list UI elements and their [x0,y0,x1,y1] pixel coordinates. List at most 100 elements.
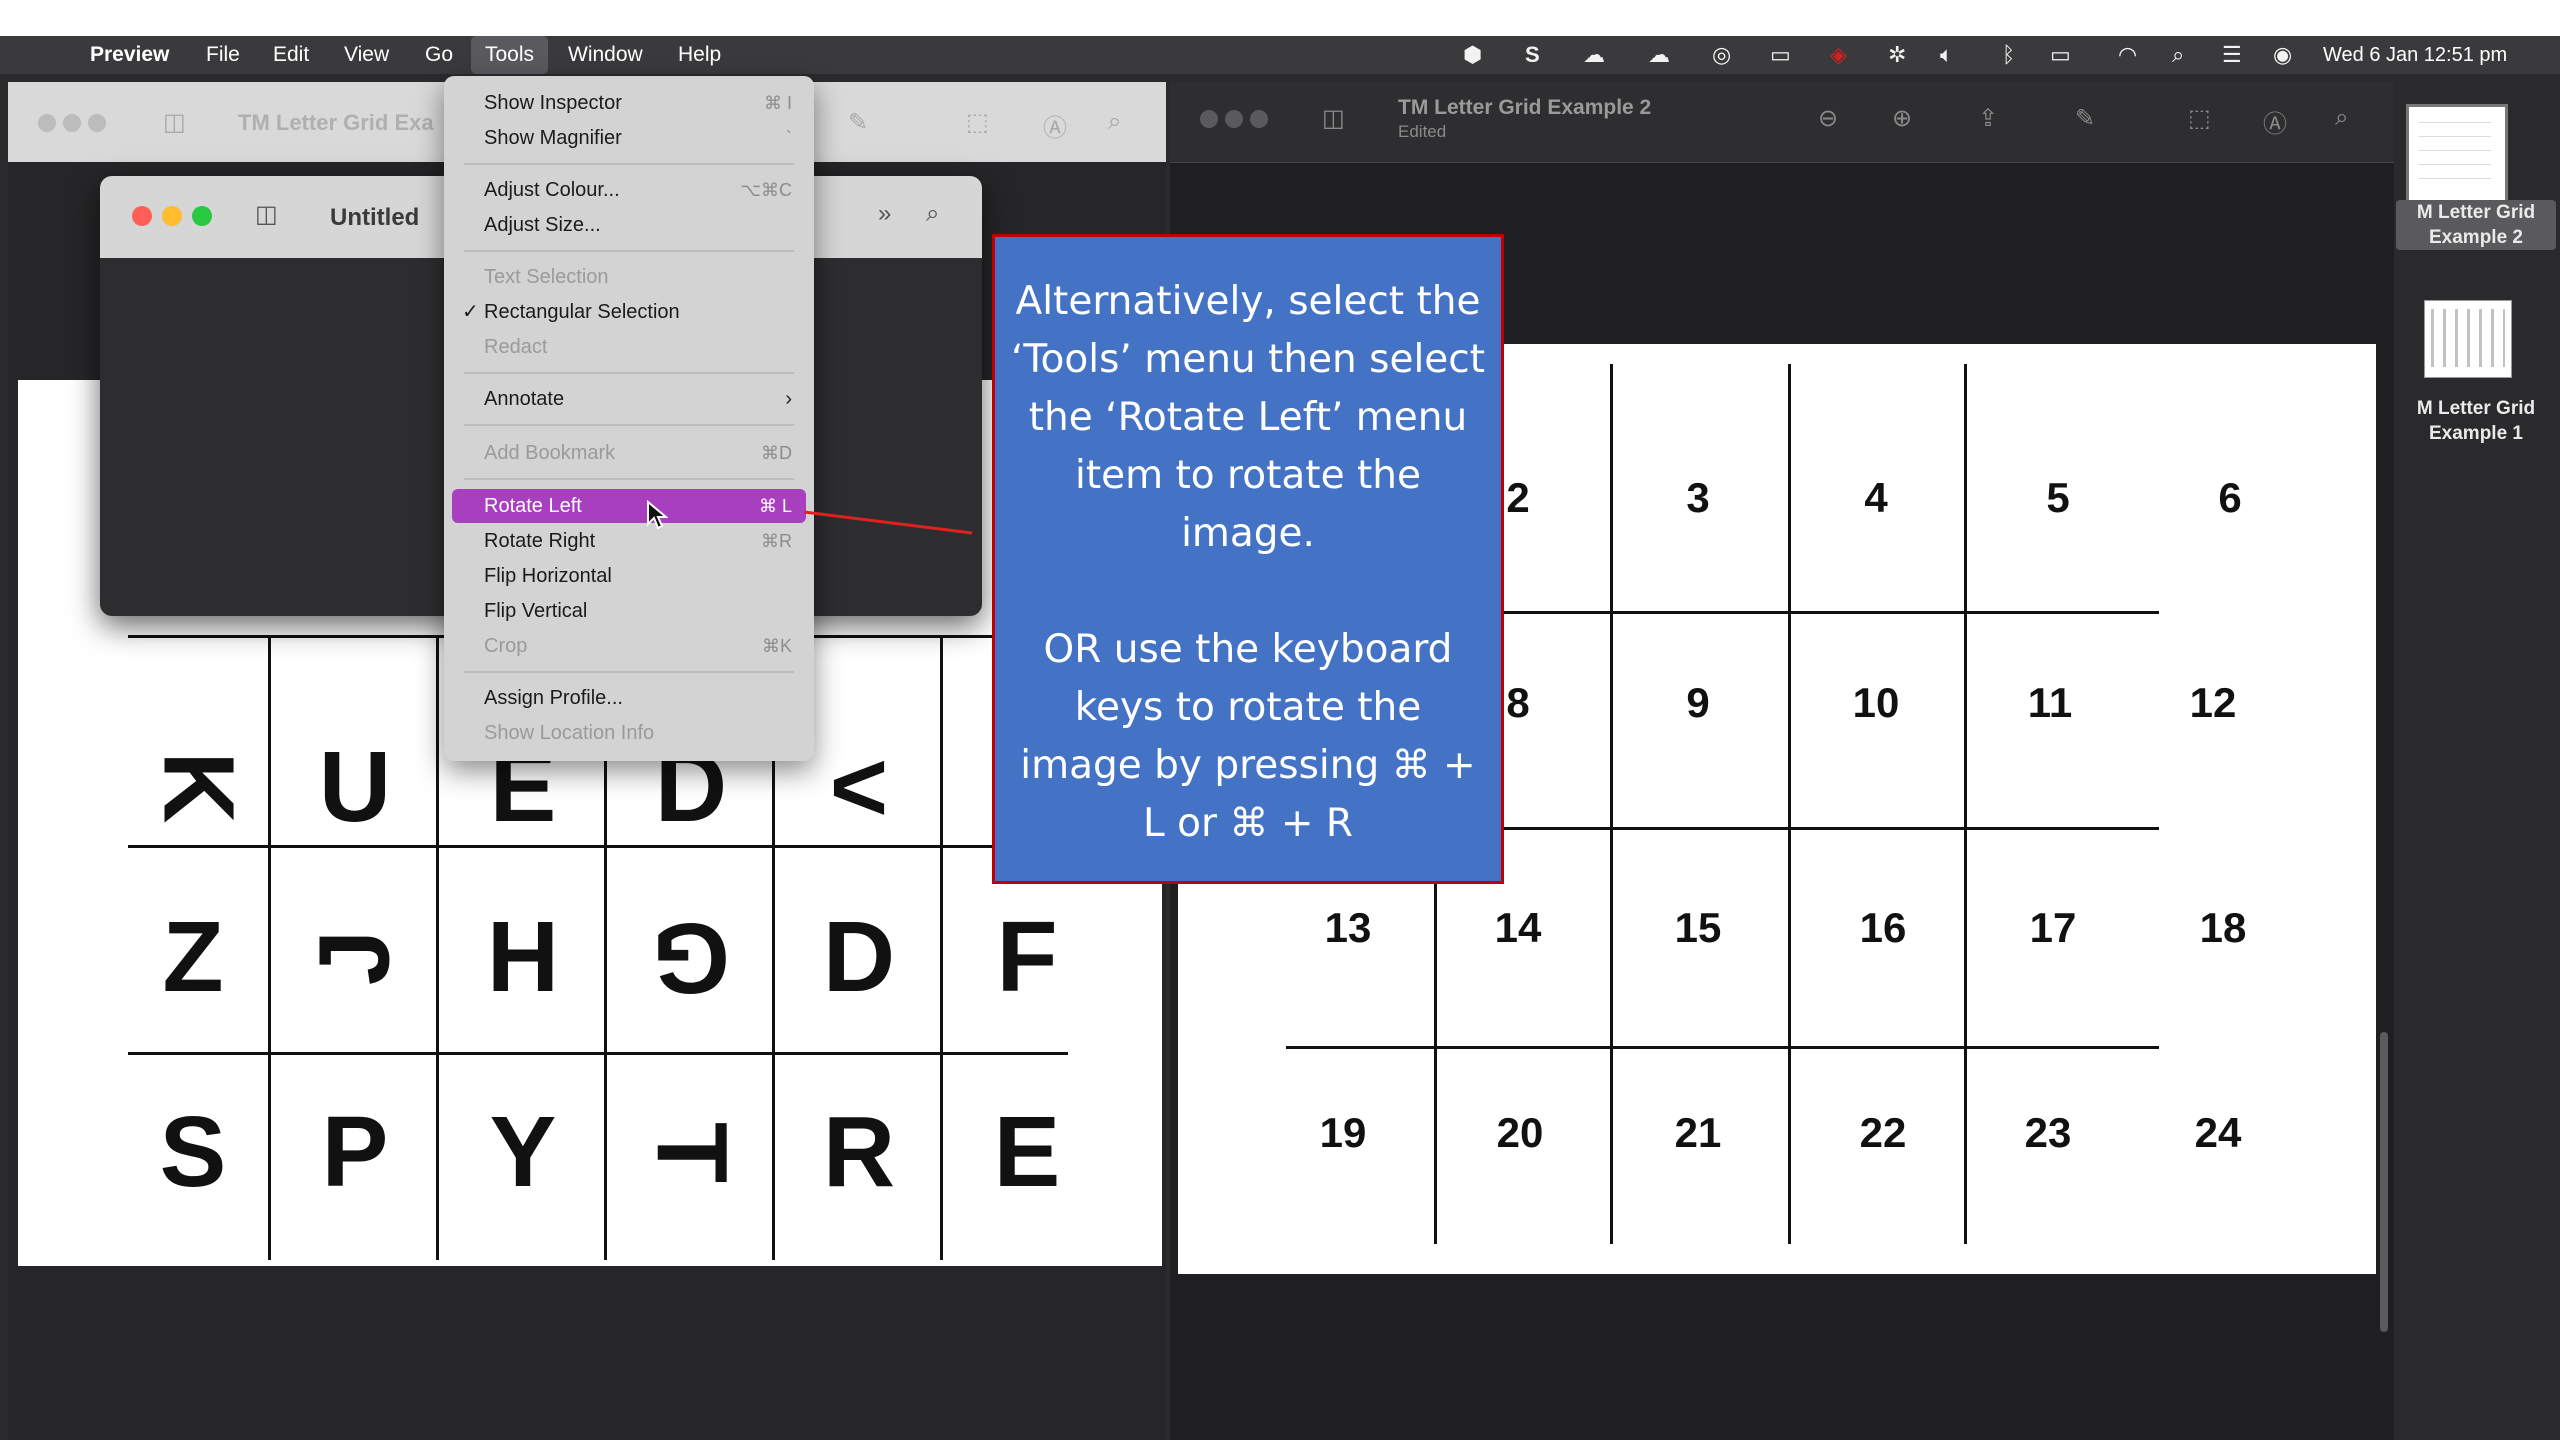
menu-view[interactable]: View [344,36,389,74]
shield-icon[interactable]: ⬢ [1463,43,1482,67]
sidebar-icon[interactable]: ◫ [163,108,186,137]
thumbnail-example-1[interactable] [2424,300,2512,378]
menu-item-crop[interactable]: Crop ⌘K [452,629,806,663]
close-button[interactable] [1200,110,1218,128]
grid-letter: S [159,1096,227,1208]
rotate-icon[interactable]: ⬚ [966,108,989,137]
menu-item-label: Show Location Info [484,722,655,744]
zoom-out-icon[interactable]: ⊖ [1818,104,1838,133]
search-circle-icon[interactable]: ◎ [1712,43,1731,67]
grid-number: 17 [2029,904,2077,951]
annotate-icon[interactable]: Ⓐ [1043,108,1067,143]
shortcut: ⌘ I [763,93,792,113]
menu-edit[interactable]: Edit [273,36,309,74]
grid-line [1610,364,1613,1244]
instruction-callout: Alternatively, select the ‘Tools’ menu t… [992,234,1504,884]
zoom-button[interactable] [1250,110,1268,128]
grid-number: 13 [1324,904,1372,951]
sidebar-icon[interactable]: ◫ [255,200,278,229]
menu-item-label: Flip Vertical [484,600,588,622]
network-icon[interactable]: ✲ [1888,43,1906,67]
close-button[interactable] [38,114,56,132]
grid-letter: E [993,1096,1061,1208]
menu-item-show-location-info[interactable]: Show Location Info [452,716,806,750]
siri-icon[interactable]: ◉ [2273,43,2292,67]
more-chevron-icon[interactable]: » [878,200,891,228]
s-app-icon[interactable]: S [1525,43,1540,67]
zoom-button[interactable] [192,206,212,226]
search-icon[interactable]: ⌕ [2335,104,2348,132]
search-icon[interactable]: ⌕ [1108,108,1121,136]
menu-item-show-inspector[interactable]: Show Inspector ⌘ I [452,86,806,120]
cloud-sync-icon[interactable]: ☁ [1648,43,1670,67]
rotate-icon[interactable]: ⬚ [2188,104,2211,133]
sidebar-icon[interactable]: ◫ [1322,104,1345,133]
annotate-icon[interactable]: Ⓐ [2263,104,2287,139]
menu-item-label: Add Bookmark [484,442,616,464]
menu-app-preview[interactable]: Preview [90,36,169,74]
menu-item-label: Crop [484,635,528,657]
menu-item-flip-vertical[interactable]: Flip Vertical [452,594,806,628]
menu-item-label: Adjust Colour... [484,179,620,201]
spotlight-search-icon[interactable]: ⌕ [2172,43,2184,67]
grid-line [436,635,439,1260]
thumbnail-example-2[interactable] [2406,104,2508,206]
menu-item-label: Adjust Size... [484,214,601,236]
menu-item-redact[interactable]: Redact [452,330,806,364]
cloud-icon[interactable]: ☁ [1583,43,1605,67]
thumbnail-preview [2431,309,2505,367]
grid-number: 15 [1674,904,1722,951]
share-icon[interactable]: ⇪ [1978,104,1998,133]
battery-icon[interactable]: ▭ [2050,43,2071,67]
menu-window[interactable]: Window [568,36,643,74]
menu-item-rotate-left[interactable]: Rotate Left ⌘ L [452,489,806,523]
grid-letter: J [298,929,411,986]
markup-pen-icon[interactable]: ✎ [2075,104,2095,133]
menu-separator [464,163,794,165]
minimize-button[interactable] [63,114,81,132]
zoom-in-icon[interactable]: ⊕ [1892,104,1912,133]
menu-item-annotate[interactable]: Annotate › [452,382,806,416]
menu-item-label: Assign Profile... [484,687,623,709]
menu-item-assign-profile[interactable]: Assign Profile... [452,681,806,715]
minimize-button[interactable] [162,206,182,226]
menu-go[interactable]: Go [425,36,453,74]
control-center-icon[interactable]: ☰ [2222,43,2242,67]
menu-help[interactable]: Help [678,36,721,74]
menu-file[interactable]: File [206,36,240,74]
search-icon[interactable]: ⌕ [926,200,939,228]
menu-item-adjust-size[interactable]: Adjust Size... [452,208,806,242]
callout-text: OR use the keyboard keys to rotate the i… [1020,627,1476,846]
menu-item-show-magnifier[interactable]: Show Magnifier ` [452,121,806,155]
grid-line [1788,364,1791,1244]
markup-pen-icon[interactable]: ✎ [848,108,868,137]
menu-separator [464,478,794,480]
wifi-icon[interactable]: ◠ [2118,43,2137,67]
checkmark-icon: ✓ [462,301,479,323]
zoom-button[interactable] [88,114,106,132]
menu-item-rotate-right[interactable]: Rotate Right ⌘R [452,524,806,558]
menu-item-adjust-colour[interactable]: Adjust Colour... ⌥⌘C [452,173,806,207]
grid-number: 5 [2046,474,2070,521]
menu-item-rectangular-selection[interactable]: ✓ Rectangular Selection [452,295,806,329]
scrollbar[interactable] [2380,1032,2388,1332]
inbox-icon[interactable]: ▭ [1770,43,1791,67]
menu-item-text-selection[interactable]: Text Selection [452,260,806,294]
callout-connector [803,510,973,535]
grid-number: 12 [2189,679,2237,726]
grid-line [1964,364,1967,1244]
menu-item-add-bookmark[interactable]: Add Bookmark ⌘D [452,436,806,470]
grid-number: 16 [1859,904,1907,951]
bluetooth-icon[interactable]: ᛒ [2002,43,2015,67]
callout-text: Alternatively, select the ‘Tools’ menu t… [1010,279,1486,556]
grid-line [1434,611,2159,614]
menu-item-label: Rectangular Selection [484,301,680,323]
menu-tools[interactable]: Tools [471,36,549,74]
close-button[interactable] [132,206,152,226]
antivirus-icon[interactable]: ◈ [1830,43,1847,67]
menu-item-flip-horizontal[interactable]: Flip Horizontal [452,559,806,593]
shortcut: ⌘D [761,443,792,463]
clock[interactable]: Wed 6 Jan 12:51 pm [2323,36,2507,74]
minimize-button[interactable] [1225,110,1243,128]
volume-icon[interactable]: 🔈︎ [1940,43,1953,67]
